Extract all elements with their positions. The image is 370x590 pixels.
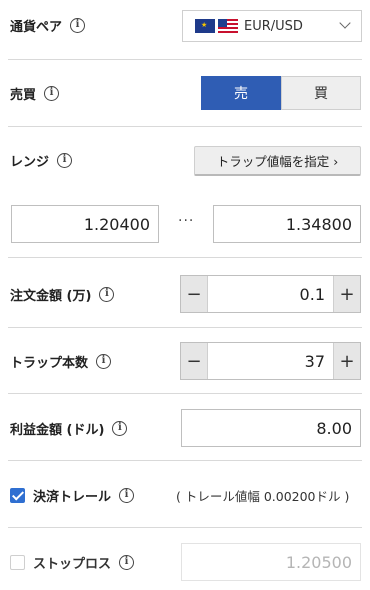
info-icon[interactable]: i: [119, 555, 135, 570]
trailing-label-text: 決済トレール: [33, 490, 112, 505]
divider: [8, 257, 362, 258]
info-icon[interactable]: i: [96, 354, 112, 369]
trap-count-label: トラップ本数 i: [10, 352, 112, 371]
profit-amount-label: 利益金額 (ドル) i: [10, 419, 128, 438]
buy-button[interactable]: 買: [281, 76, 361, 110]
currency-pair-select[interactable]: EUR/USD: [182, 10, 362, 42]
range-label-text: レンジ: [10, 155, 50, 170]
minus-button[interactable]: −: [181, 276, 207, 312]
profit-amount-label-text: 利益金額 (ドル): [10, 423, 105, 438]
chevron-down-icon: [339, 17, 351, 29]
divider: [8, 460, 362, 461]
divider: [8, 393, 362, 394]
divider: [8, 126, 362, 127]
stop-loss-label-text: ストップロス: [33, 557, 112, 572]
info-icon[interactable]: i: [70, 18, 86, 33]
trailing-label: 決済トレール i: [10, 486, 135, 505]
trap-width-button[interactable]: トラップ値幅を指定 ›: [194, 146, 361, 176]
divider: [8, 527, 362, 528]
us-flag-icon: [218, 19, 238, 33]
currency-pair-label-text: 通貨ペア: [10, 20, 63, 35]
trap-count-stepper: − 37 +: [180, 342, 361, 380]
divider: [8, 327, 362, 328]
sell-button[interactable]: 売: [201, 76, 281, 110]
side-label: 売買 i: [10, 84, 60, 103]
stop-loss-input[interactable]: 1.20500: [181, 543, 361, 581]
trap-count-input[interactable]: 37: [207, 343, 334, 379]
eu-flag-icon: [195, 19, 215, 33]
plus-button[interactable]: +: [334, 276, 360, 312]
order-amount-label: 注文金額 (万) i: [10, 285, 115, 304]
info-icon[interactable]: i: [119, 488, 135, 503]
currency-pair-value: EUR/USD: [244, 18, 303, 34]
info-icon[interactable]: i: [99, 287, 115, 302]
info-icon[interactable]: i: [112, 421, 128, 436]
trailing-width-note: ( トレール値幅 0.00200ドル ): [176, 489, 350, 504]
order-amount-stepper: − 0.1 +: [180, 275, 361, 313]
currency-pair-label: 通貨ペア i: [10, 16, 86, 35]
side-label-text: 売買: [10, 88, 37, 103]
range-separator: ···: [178, 213, 195, 229]
divider: [8, 59, 362, 60]
minus-button[interactable]: −: [181, 343, 207, 379]
order-amount-label-text: 注文金額 (万): [10, 289, 92, 304]
plus-button[interactable]: +: [334, 343, 360, 379]
range-high-input[interactable]: 1.34800: [213, 205, 361, 243]
trailing-checkbox[interactable]: [10, 488, 25, 503]
profit-amount-input[interactable]: 8.00: [181, 409, 361, 447]
info-icon[interactable]: i: [44, 86, 60, 101]
stop-loss-checkbox[interactable]: [10, 555, 25, 570]
range-label: レンジ i: [10, 151, 73, 170]
stop-loss-label: ストップロス i: [10, 553, 135, 572]
trap-count-label-text: トラップ本数: [10, 356, 89, 371]
range-low-input[interactable]: 1.20400: [11, 205, 159, 243]
order-amount-input[interactable]: 0.1: [207, 276, 334, 312]
info-icon[interactable]: i: [57, 153, 73, 168]
